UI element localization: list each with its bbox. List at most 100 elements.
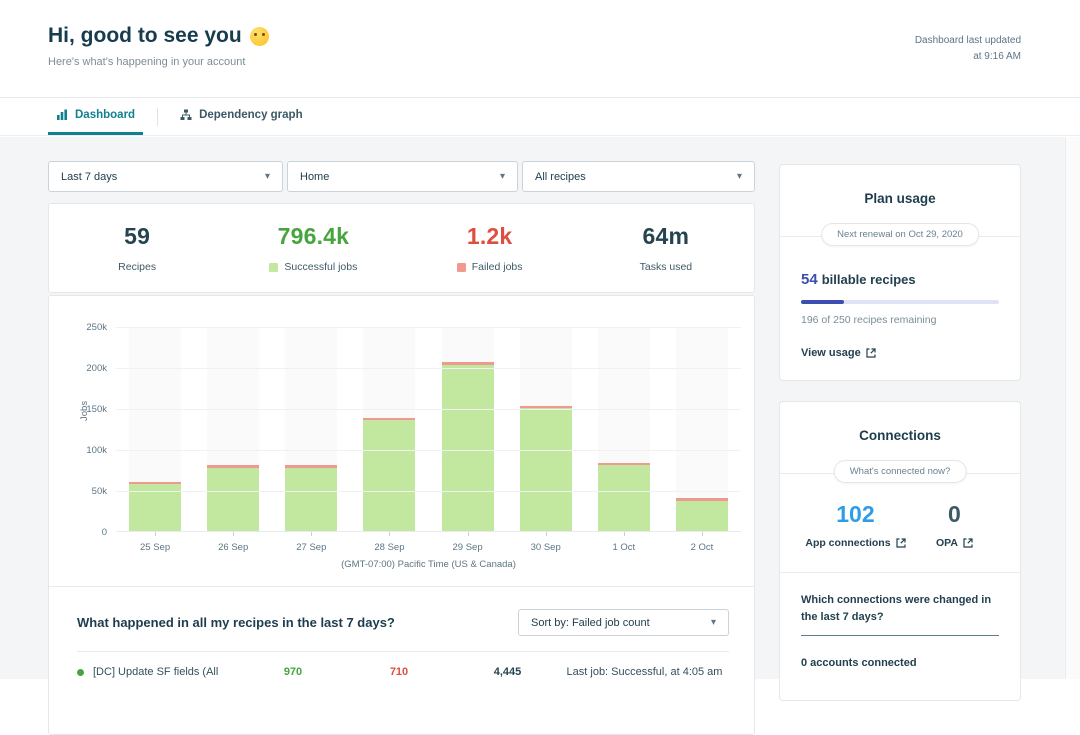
- x-axis-label: 29 Sep: [453, 542, 483, 553]
- billable-recipes-label: billable recipes: [822, 272, 916, 287]
- x-axis-tick: [624, 532, 625, 536]
- external-link-icon: [963, 538, 973, 548]
- external-link-icon: [896, 538, 906, 548]
- x-axis-label: 1 Oct: [612, 542, 635, 553]
- recipe-last-job: Last job: Successful, at 4:05 am: [560, 666, 729, 678]
- chart-column-30-sep[interactable]: 30 Sep: [507, 327, 585, 531]
- date-range-value: Last 7 days: [61, 171, 117, 183]
- successful-legend-square: [269, 263, 278, 272]
- recipe-row[interactable]: [DC] Update SF fields (All 970 710 4,445…: [77, 666, 729, 678]
- folder-select[interactable]: Home ▾: [287, 161, 518, 192]
- opa-label: OPA: [936, 537, 958, 549]
- sort-by-select[interactable]: Sort by: Failed job count ▾: [518, 609, 729, 636]
- y-axis-tick: 150k: [63, 404, 107, 415]
- stacked-bar[interactable]: [285, 465, 337, 531]
- tab-dependency-graph[interactable]: Dependency graph: [172, 98, 311, 135]
- recipe-name[interactable]: [DC] Update SF fields (All: [93, 666, 243, 678]
- y-axis-tick: 250k: [63, 322, 107, 333]
- stacked-bar[interactable]: [520, 406, 572, 532]
- successful-jobs-bar: [363, 420, 415, 531]
- successful-jobs-bar: [285, 468, 337, 531]
- successful-jobs-bar: [520, 408, 572, 531]
- last-updated-line2: at 9:16 AM: [915, 49, 1021, 65]
- opa-link[interactable]: OPA: [936, 537, 973, 549]
- stat-successful-value: 796.4k: [225, 223, 401, 250]
- stat-failed-label: Failed jobs: [472, 261, 523, 273]
- folder-value: Home: [300, 171, 329, 183]
- stat-failed-jobs: 1.2k Failed jobs: [402, 223, 578, 273]
- stat-tasks-value: 64m: [578, 223, 754, 250]
- whats-connected-pill[interactable]: What's connected now?: [834, 460, 967, 483]
- chart-column-2-oct[interactable]: 2 Oct: [663, 327, 741, 531]
- content-area: Last 7 days ▾ Home ▾ All recipes ▾ 59 Re…: [0, 137, 1080, 679]
- opa-value: 0: [910, 501, 999, 528]
- x-axis-tick: [311, 532, 312, 536]
- app-connections-link[interactable]: App connections: [805, 537, 905, 549]
- x-axis-label: 25 Sep: [140, 542, 170, 553]
- view-usage-link[interactable]: View usage: [801, 347, 876, 359]
- stacked-bar[interactable]: [129, 482, 181, 531]
- x-axis-tick: [468, 532, 469, 536]
- chart-column-1-oct[interactable]: 1 Oct: [585, 327, 663, 531]
- bar-chart-icon: [56, 109, 68, 121]
- x-axis-label: 26 Sep: [218, 542, 248, 553]
- billable-recipes-value: 54: [801, 271, 818, 288]
- chart-column-28-sep[interactable]: 28 Sep: [350, 327, 428, 531]
- stat-tasks-used: 64m Tasks used: [578, 223, 754, 273]
- recipes-progress-bar: [801, 300, 999, 304]
- app-connections-stat: 102 App connections: [801, 501, 910, 551]
- chart-column-27-sep[interactable]: 27 Sep: [272, 327, 350, 531]
- connections-changed-question: Which connections were changed in the la…: [801, 592, 999, 636]
- stacked-bar[interactable]: [363, 418, 415, 531]
- renewal-pill[interactable]: Next renewal on Oct 29, 2020: [821, 223, 979, 246]
- tab-dashboard[interactable]: Dashboard: [48, 98, 143, 135]
- x-axis-label: 27 Sep: [296, 542, 326, 553]
- divider: [77, 651, 729, 652]
- stat-recipes-value: 59: [49, 223, 225, 250]
- successful-jobs-bar: [207, 468, 259, 531]
- stacked-bar[interactable]: [676, 498, 728, 531]
- page-header: Hi, good to see you Here's what's happen…: [0, 0, 1080, 98]
- tab-dependency-graph-label: Dependency graph: [199, 109, 303, 121]
- gridline: [116, 409, 741, 410]
- stat-recipes: 59 Recipes: [49, 223, 225, 273]
- x-axis-label: 30 Sep: [531, 542, 561, 553]
- connections-card: Connections What's connected now? 102 Ap…: [779, 401, 1021, 701]
- chevron-down-icon: ▾: [711, 617, 716, 628]
- recipes-section: What happened in all my recipes in the l…: [49, 587, 754, 678]
- smiley-emoji: [250, 27, 269, 46]
- stat-recipes-label: Recipes: [118, 261, 156, 273]
- external-link-icon: [866, 348, 876, 358]
- stacked-bar[interactable]: [442, 362, 494, 531]
- dependency-graph-icon: [180, 109, 192, 121]
- view-usage-label: View usage: [801, 347, 861, 359]
- recipes-remaining-text: 196 of 250 recipes remaining: [801, 314, 999, 326]
- recipe-tasks-count: 4,445: [455, 666, 560, 678]
- jobs-chart-card: Jobs 25 Sep26 Sep27 Sep28 Sep29 Sep30 Se…: [48, 295, 755, 735]
- chart-column-25-sep[interactable]: 25 Sep: [116, 327, 194, 531]
- tab-divider: [157, 108, 158, 126]
- chart-column-26-sep[interactable]: 26 Sep: [194, 327, 272, 531]
- page-subtitle: Here's what's happening in your account: [48, 56, 245, 68]
- y-axis-tick: 50k: [63, 486, 107, 497]
- scrollbar-track[interactable]: [1065, 137, 1080, 679]
- successful-jobs-bar: [676, 501, 728, 531]
- sort-by-value: Sort by: Failed job count: [531, 617, 650, 629]
- recipe-failed-count: 710: [343, 666, 455, 678]
- tab-dashboard-label: Dashboard: [75, 109, 135, 121]
- plan-usage-card: Plan usage Next renewal on Oct 29, 2020 …: [779, 164, 1021, 381]
- y-axis-tick: 0: [63, 527, 107, 538]
- chevron-down-icon: ▾: [500, 171, 505, 182]
- date-range-select[interactable]: Last 7 days ▾: [48, 161, 283, 192]
- chart-column-29-sep[interactable]: 29 Sep: [429, 327, 507, 531]
- failed-legend-square: [457, 263, 466, 272]
- last-updated-text: Dashboard last updated at 9:16 AM: [915, 33, 1021, 65]
- jobs-bar-chart: 25 Sep26 Sep27 Sep28 Sep29 Sep30 Sep1 Oc…: [116, 327, 741, 532]
- recipes-select[interactable]: All recipes ▾: [522, 161, 755, 192]
- stat-successful-jobs: 796.4k Successful jobs: [225, 223, 401, 273]
- stacked-bar[interactable]: [207, 465, 259, 531]
- accounts-connected-text: 0 accounts connected: [801, 657, 999, 669]
- stacked-bar[interactable]: [598, 463, 650, 531]
- successful-jobs-bar: [598, 465, 650, 531]
- stat-failed-value: 1.2k: [402, 223, 578, 250]
